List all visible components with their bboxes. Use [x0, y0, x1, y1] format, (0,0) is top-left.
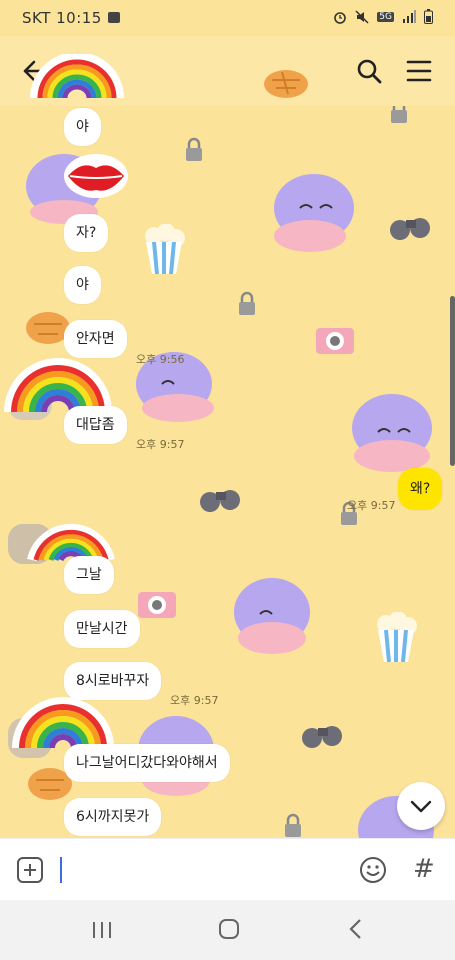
status-icons: 5G: [333, 9, 433, 24]
system-nav-bar: [0, 900, 455, 960]
scroll-to-bottom-button[interactable]: [397, 782, 445, 830]
hippo-sticker-icon: [352, 394, 432, 472]
message-time: 오후 9:57: [136, 438, 185, 451]
network-5g-icon: 5G: [377, 11, 394, 22]
binoculars-icon: [390, 218, 430, 240]
message-time: 오후 9:57: [170, 694, 219, 707]
camera-icon: [138, 592, 176, 618]
battery-icon: [424, 9, 433, 24]
back-nav-icon[interactable]: [348, 918, 364, 940]
recent-apps-icon[interactable]: [90, 920, 114, 940]
message-bubble[interactable]: 야: [64, 108, 101, 146]
message-time: 오후 9:57: [347, 499, 396, 512]
message-bubble[interactable]: 8시로바꾸자: [64, 662, 162, 700]
signal-icon: [403, 10, 416, 23]
binoculars-icon: [302, 726, 342, 748]
message-bubble[interactable]: 그날: [64, 556, 114, 594]
message-bubble[interactable]: 6시까지못가: [64, 798, 162, 836]
popcorn-icon: [145, 224, 185, 275]
lock-icon: [239, 291, 255, 315]
hippo-sticker-icon: [274, 174, 354, 252]
smiley-icon[interactable]: [359, 856, 387, 884]
plus-square-icon[interactable]: [16, 856, 44, 884]
chat-area[interactable]: 야 자? 야 안자면 오후 9:56 대답좀 오후 9:57 왜? 오후 9:5…: [0, 106, 455, 838]
binoculars-icon: [200, 490, 240, 512]
text-cursor: [60, 857, 62, 883]
mute-icon: [355, 9, 369, 24]
gallery-notification-icon: [108, 12, 120, 23]
lips-sticker-icon: [64, 154, 128, 198]
alarm-icon: [334, 11, 347, 24]
lock-icon: [186, 137, 202, 161]
chat-header: [0, 36, 455, 106]
hashtag-icon[interactable]: #: [413, 855, 439, 883]
message-input[interactable]: [60, 855, 344, 887]
hippo-sticker-icon: [234, 578, 310, 654]
message-bubble[interactable]: 나그날어디갔다와야해서: [64, 744, 230, 782]
search-icon[interactable]: [356, 58, 382, 84]
popcorn-icon: [377, 612, 417, 663]
message-input-bar: #: [0, 838, 455, 901]
scrollbar[interactable]: [450, 296, 455, 466]
message-bubble[interactable]: 만날시간: [64, 610, 140, 648]
status-time: SKT 10:15: [22, 9, 102, 27]
rainbow-sticker-icon: [30, 54, 124, 99]
chevron-down-icon: [410, 800, 432, 813]
camera-icon: [316, 328, 354, 354]
lock-icon: [391, 106, 407, 123]
hamburger-menu-icon[interactable]: [406, 59, 432, 83]
home-icon[interactable]: [218, 918, 240, 940]
status-bar: SKT 10:15 5G: [0, 0, 455, 36]
bread-sticker-icon: [264, 70, 308, 98]
message-time: 오후 9:56: [136, 353, 185, 366]
message-bubble[interactable]: 자?: [64, 214, 109, 252]
message-bubble[interactable]: 야: [64, 266, 101, 304]
message-bubble-mine[interactable]: 왜?: [398, 468, 443, 510]
lock-icon: [285, 813, 301, 837]
message-bubble[interactable]: 안자면: [64, 320, 127, 358]
message-bubble[interactable]: 대답좀: [64, 406, 127, 444]
